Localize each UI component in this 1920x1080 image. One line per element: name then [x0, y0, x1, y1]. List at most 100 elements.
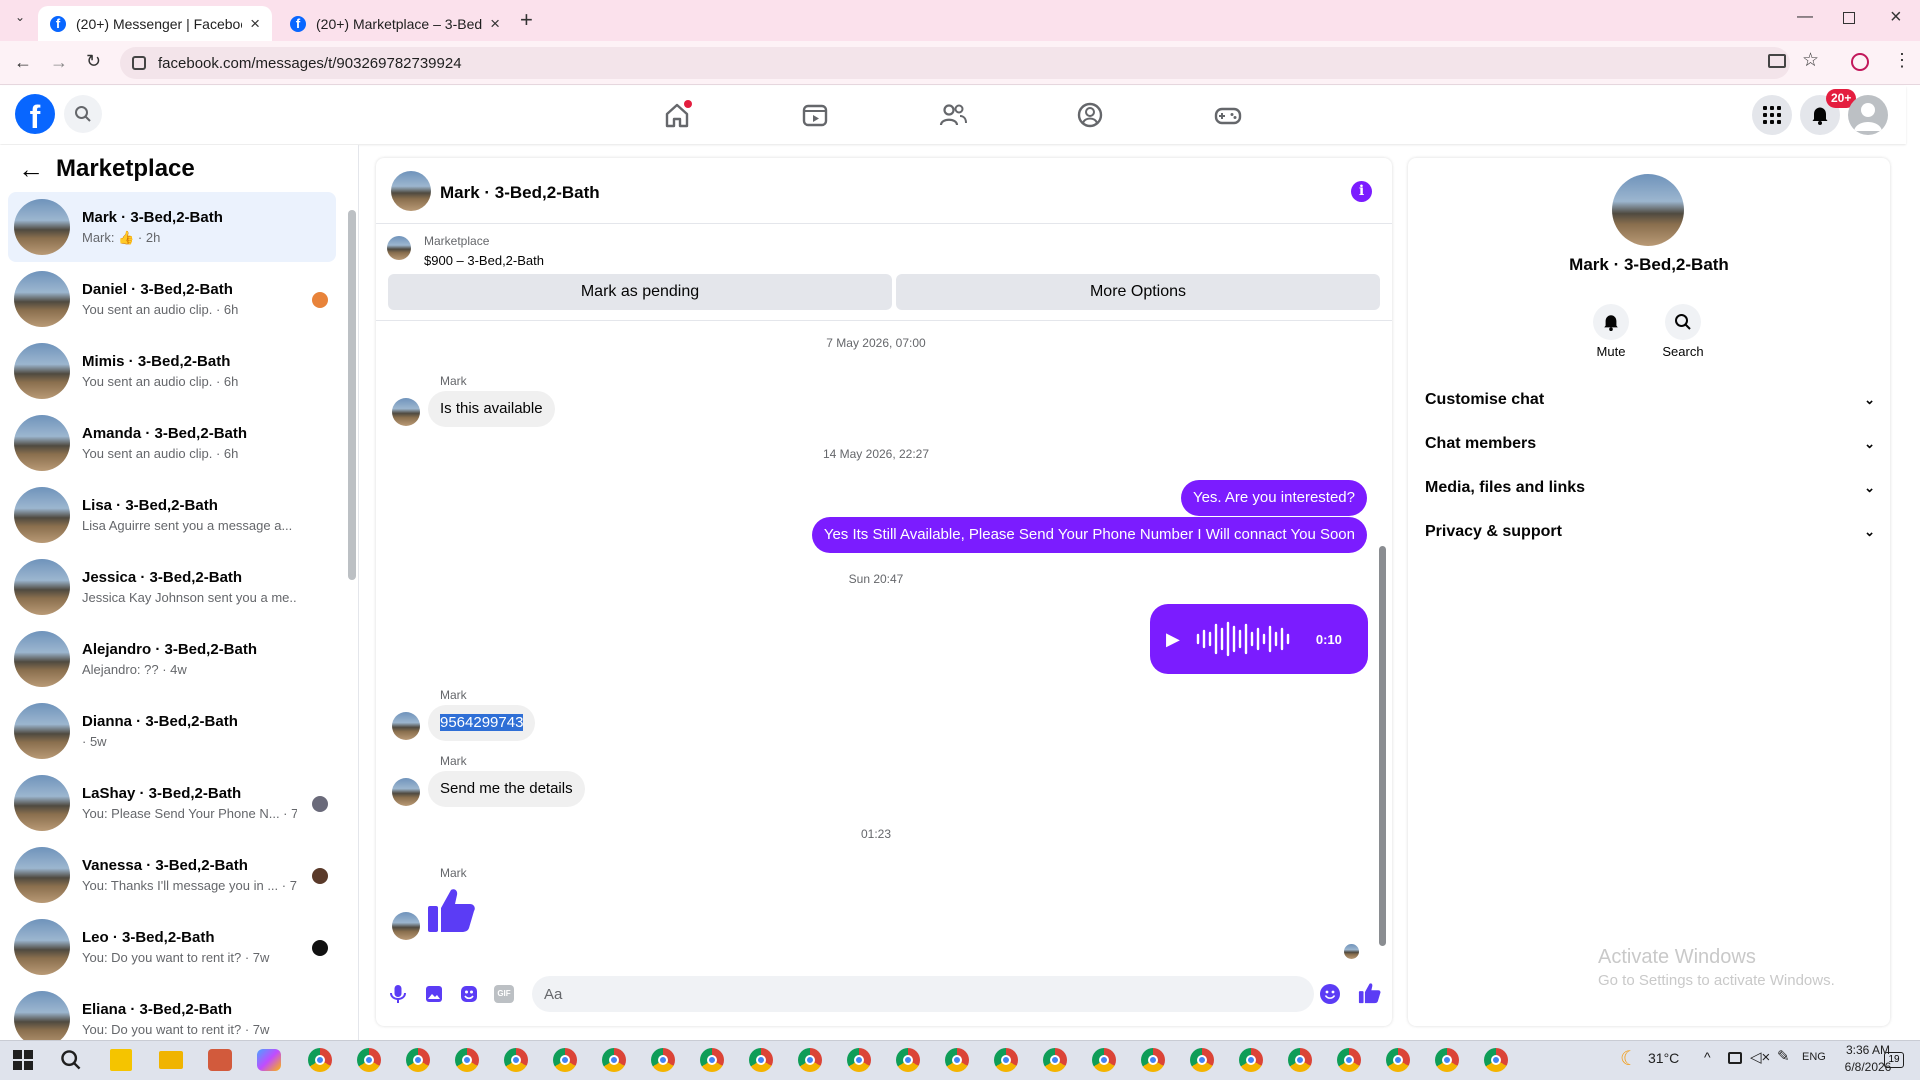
address-bar[interactable]: facebook.com/messages/t/903269782739924 [120, 47, 1790, 79]
message-incoming[interactable]: Is this available [428, 391, 555, 427]
restore-icon[interactable] [1843, 12, 1855, 24]
more-options-button[interactable]: More Options [896, 274, 1380, 310]
listing-thumbnail[interactable] [387, 236, 411, 260]
profile-icon[interactable] [1851, 53, 1869, 71]
account-avatar[interactable] [1848, 95, 1888, 135]
taskbar-search-icon[interactable] [60, 1049, 82, 1071]
bookmark-star-icon[interactable]: ☆ [1802, 49, 1819, 72]
voice-clip-icon[interactable] [389, 984, 407, 1004]
mute-button[interactable] [1593, 304, 1629, 340]
message-incoming[interactable]: 9564299743 [428, 705, 536, 741]
chrome-window-icon[interactable] [1092, 1048, 1116, 1072]
message-incoming[interactable]: Send me the details [428, 771, 585, 807]
send-like-icon[interactable] [1358, 981, 1382, 1005]
message-outgoing[interactable]: Yes Its Still Available, Please Send You… [811, 517, 1367, 553]
privacy-support-row[interactable]: Privacy & support ⌄ [1425, 512, 1875, 552]
chat-info-button[interactable]: i [1351, 181, 1372, 202]
chat-avatar[interactable] [391, 171, 431, 211]
conversation-item[interactable]: Lisa · 3-Bed,2-Bath Lisa Aguirre sent you… [8, 480, 336, 550]
chat-members-row[interactable]: Chat members ⌄ [1425, 424, 1875, 464]
search-chat-button[interactable] [1665, 304, 1701, 340]
copilot-icon[interactable] [257, 1049, 281, 1071]
chrome-window-icon[interactable] [700, 1048, 724, 1072]
photo-icon[interactable] [424, 984, 444, 1004]
chrome-window-icon[interactable] [896, 1048, 920, 1072]
close-tab-icon[interactable]: × [250, 14, 260, 34]
chat-scrollbar[interactable] [1379, 546, 1386, 946]
nav-profile[interactable] [1073, 98, 1107, 132]
conversation-item[interactable]: Vanessa · 3-Bed,2-Bath You: Thanks I'll m… [8, 840, 336, 910]
chrome-window-icon[interactable] [1141, 1048, 1165, 1072]
conversation-item[interactable]: Mark · 3-Bed,2-Bath Mark: 👍 · 2h [8, 192, 336, 262]
customise-chat-row[interactable]: Customise chat ⌄ [1425, 380, 1875, 420]
browser-menu-icon[interactable]: ⋮ [1893, 50, 1911, 71]
search-button[interactable] [64, 95, 102, 133]
sticker-icon[interactable] [459, 984, 479, 1004]
pen-icon[interactable]: ✎ [1777, 1047, 1790, 1065]
play-icon[interactable]: ▶ [1166, 629, 1180, 650]
chrome-window-icon[interactable] [1484, 1048, 1508, 1072]
conversation-item[interactable]: Jessica · 3-Bed,2-Bath Jessica Kay Johnso… [8, 552, 336, 622]
chrome-window-icon[interactable] [1239, 1048, 1263, 1072]
conversation-item[interactable]: Alejandro · 3-Bed,2-Bath Alejandro: ?? · … [8, 624, 336, 694]
site-info-icon[interactable] [132, 56, 146, 70]
chrome-window-icon[interactable] [1435, 1048, 1459, 1072]
mark-pending-button[interactable]: Mark as pending [388, 274, 892, 310]
emoji-icon[interactable] [1320, 984, 1340, 1004]
details-avatar[interactable] [1612, 174, 1684, 246]
conversation-item[interactable]: Mimis · 3-Bed,2-Bath You sent an audio cl… [8, 336, 336, 406]
chrome-window-icon[interactable] [945, 1048, 969, 1072]
file-explorer-icon[interactable] [159, 1051, 183, 1069]
nav-video[interactable] [798, 98, 832, 132]
tray-chevron-icon[interactable]: ^ [1704, 1049, 1711, 1065]
chrome-window-icon[interactable] [357, 1048, 381, 1072]
conversation-item[interactable]: Amanda · 3-Bed,2-Bath You sent an audio c… [8, 408, 336, 478]
forward-icon[interactable]: → [50, 52, 68, 73]
notification-count[interactable]: 19 [1884, 1052, 1904, 1068]
chrome-window-icon[interactable] [308, 1048, 332, 1072]
network-icon[interactable] [1728, 1052, 1742, 1064]
app-icon[interactable] [208, 1049, 232, 1071]
chrome-window-icon[interactable] [406, 1048, 430, 1072]
chrome-window-icon[interactable] [1288, 1048, 1312, 1072]
volume-icon[interactable]: ◁× [1750, 1048, 1770, 1066]
tab-messenger[interactable]: f (20+) Messenger | Facebook × [38, 6, 272, 41]
chrome-window-icon[interactable] [651, 1048, 675, 1072]
install-icon[interactable] [1768, 54, 1786, 68]
chrome-window-icon[interactable] [504, 1048, 528, 1072]
sidebar-scrollbar[interactable] [348, 210, 356, 580]
media-files-row[interactable]: Media, files and links ⌄ [1425, 468, 1875, 508]
chrome-window-icon[interactable] [1386, 1048, 1410, 1072]
nav-gaming[interactable] [1211, 98, 1245, 132]
back-arrow-icon[interactable]: ← [18, 154, 44, 185]
chrome-window-icon[interactable] [602, 1048, 626, 1072]
sticky-notes-icon[interactable] [110, 1049, 132, 1071]
weather-icon[interactable]: ☾ [1620, 1046, 1638, 1071]
chrome-window-icon[interactable] [553, 1048, 577, 1072]
message-outgoing[interactable]: Yes. Are you interested? [1180, 480, 1367, 516]
tab-search-button[interactable]: ⌄ [10, 10, 30, 30]
reload-icon[interactable]: ↻ [86, 51, 101, 72]
chrome-window-icon[interactable] [798, 1048, 822, 1072]
chrome-window-icon[interactable] [749, 1048, 773, 1072]
gif-icon[interactable]: GIF [494, 985, 514, 1003]
conversation-item[interactable]: LaShay · 3-Bed,2-Bath You: Please Send Yo… [8, 768, 336, 838]
new-tab-button[interactable]: + [520, 7, 533, 33]
thumbs-up-message[interactable] [426, 884, 478, 936]
start-icon[interactable] [13, 1050, 33, 1070]
conversation-item[interactable]: Dianna · 3-Bed,2-Bath · 5w [8, 696, 336, 766]
audio-message[interactable]: ▶ 0:10 [1150, 604, 1368, 674]
chat-title[interactable]: Mark · 3-Bed,2-Bath [440, 183, 600, 203]
chrome-window-icon[interactable] [455, 1048, 479, 1072]
message-input[interactable]: Aa [532, 976, 1314, 1012]
tab-marketplace[interactable]: f (20+) Marketplace – 3-Bed,2-B × [278, 6, 512, 41]
conversation-item[interactable]: Leo · 3-Bed,2-Bath You: Do you want to re… [8, 912, 336, 982]
listing-title[interactable]: $900 – 3-Bed,2-Bath [424, 253, 544, 268]
close-tab-icon[interactable]: × [490, 14, 500, 34]
chrome-window-icon[interactable] [1043, 1048, 1067, 1072]
chrome-window-icon[interactable] [994, 1048, 1018, 1072]
chrome-window-icon[interactable] [1337, 1048, 1361, 1072]
minimize-icon[interactable]: — [1797, 8, 1813, 26]
nav-friends[interactable] [936, 98, 970, 132]
chrome-window-icon[interactable] [1190, 1048, 1214, 1072]
